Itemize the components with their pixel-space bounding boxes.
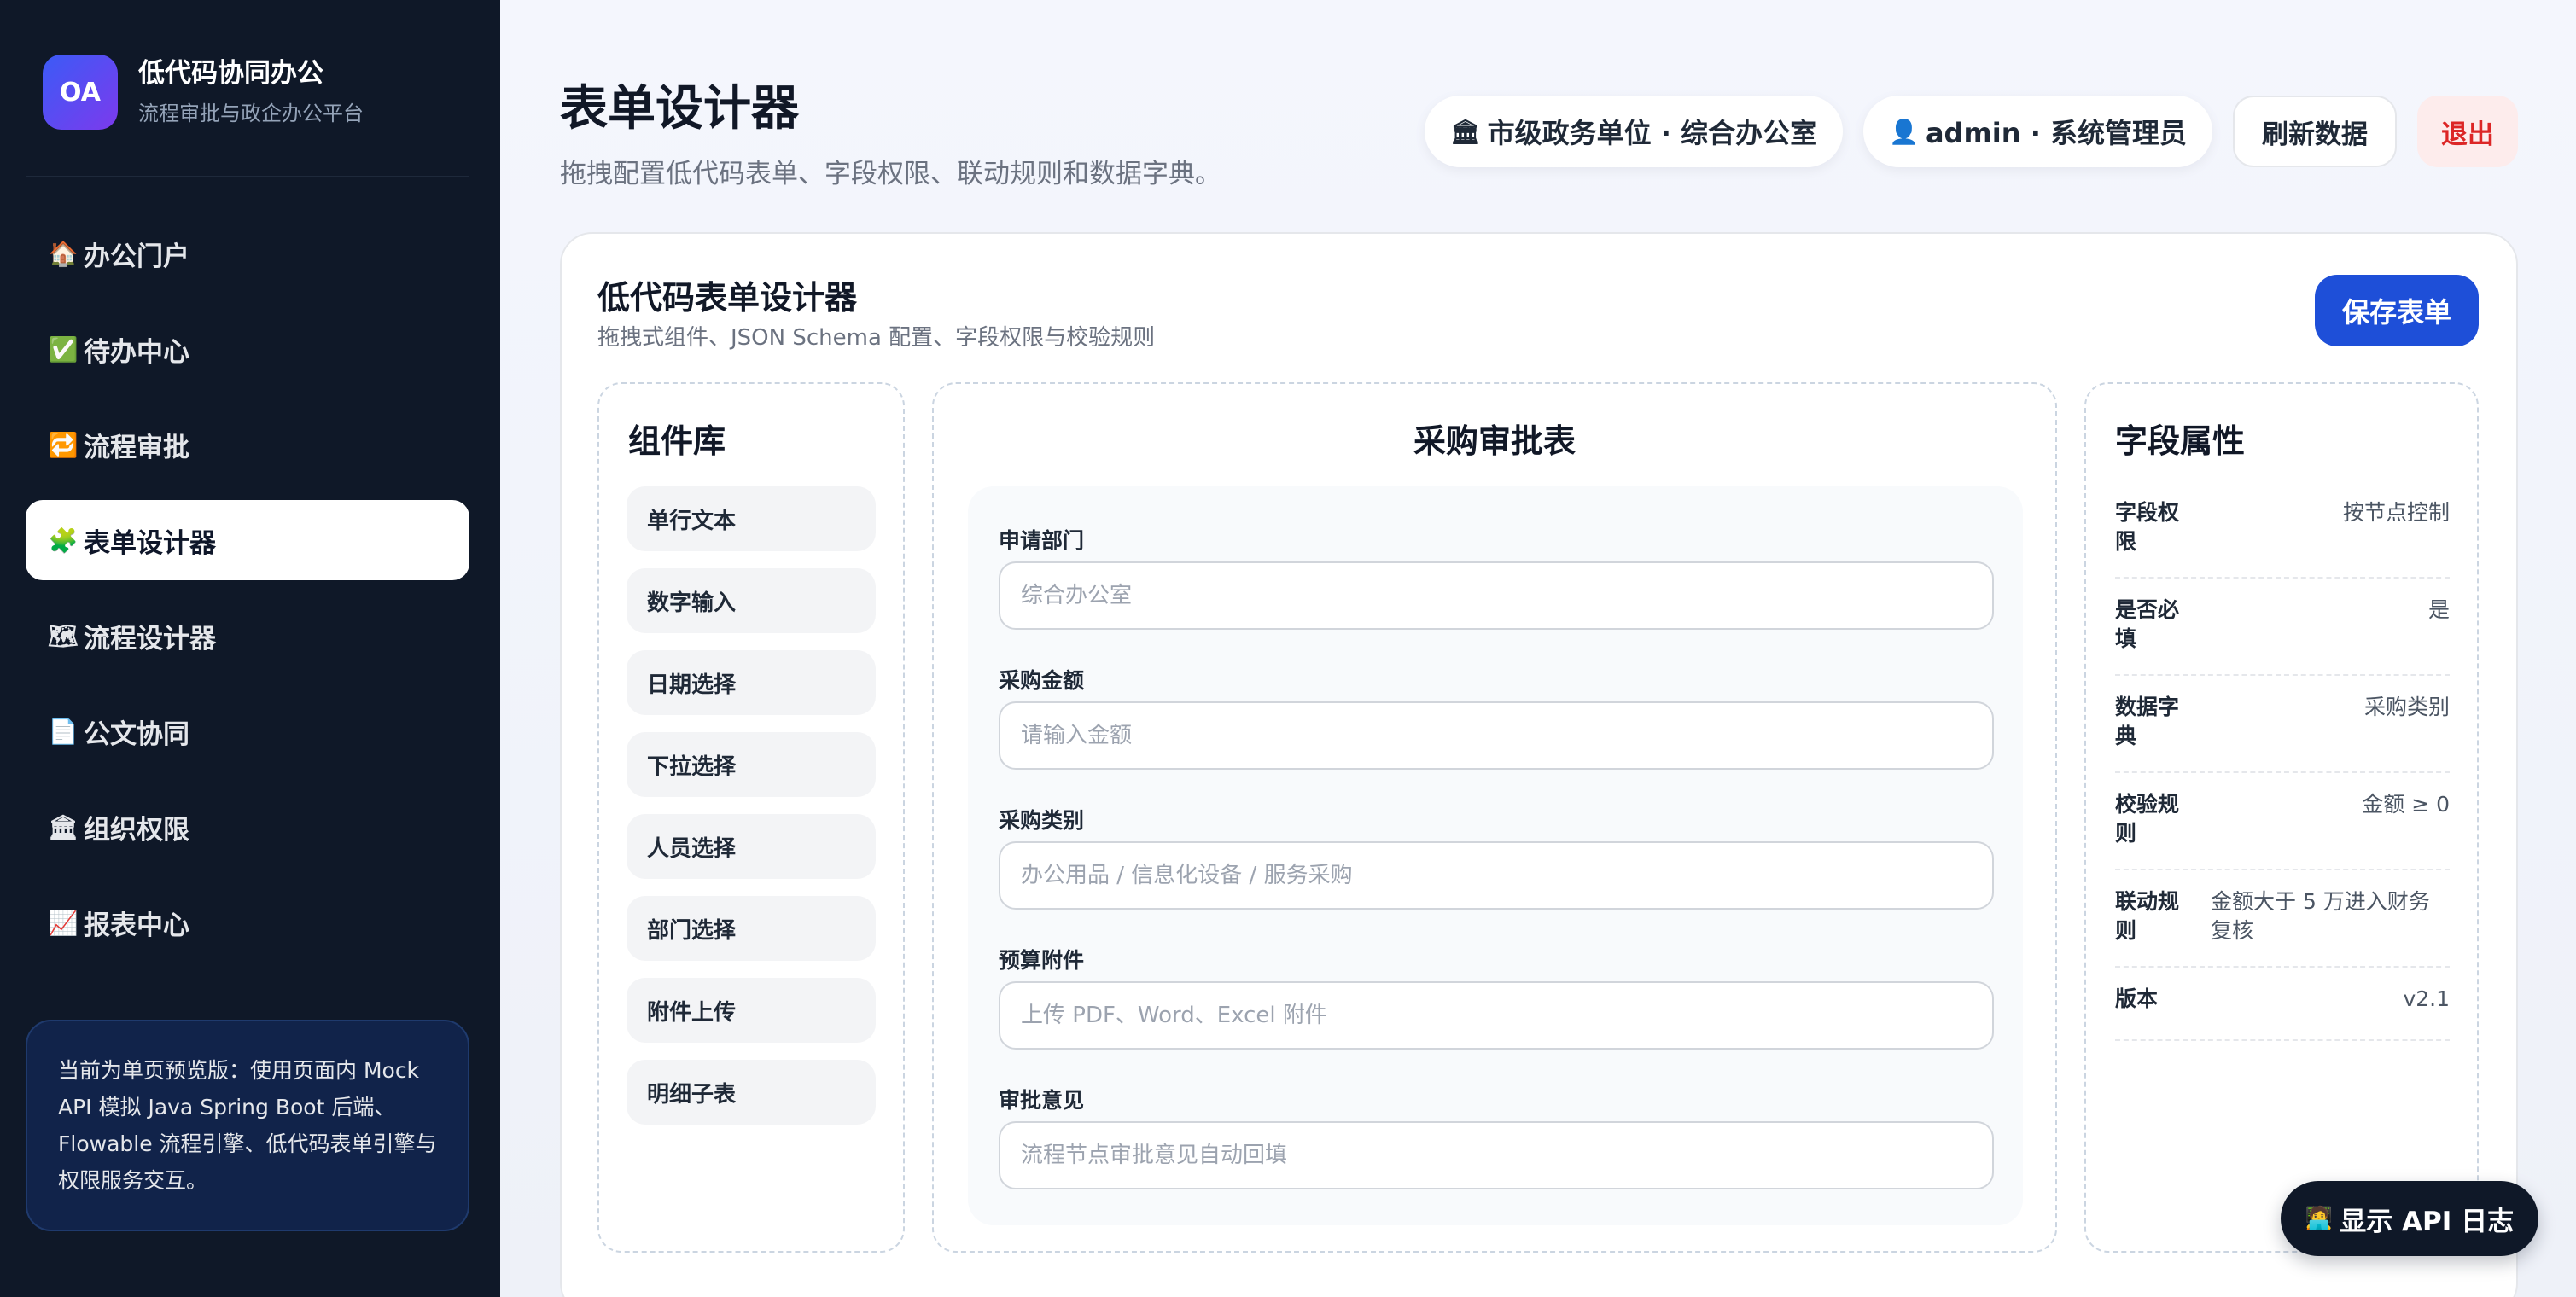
form-field: 申请部门 [999,522,1994,630]
opinion-input[interactable] [999,1121,1994,1189]
prop-row: 字段权限 按节点控制 [2115,481,2450,579]
sidebar-item-documents[interactable]: 📄 公文协同 [26,691,469,771]
component-department[interactable]: 部门选择 [627,896,876,961]
component-library-title: 组件库 [628,422,726,460]
show-api-log-button[interactable]: 🧑‍💻 显示 API 日志 [2281,1181,2538,1256]
page-subtitle: 拖拽配置低代码表单、字段权限、联动规则和数据字典。 [560,159,1221,189]
sidebar: OA 低代码协同办公 流程审批与政企办公平台 🏠 办公门户 ✅ 待办中心 🔁 流… [0,0,500,1297]
sidebar-divider [26,176,469,177]
form-field: 采购金额 [999,662,1994,770]
amount-input[interactable] [999,701,1994,770]
sidebar-nav: 🏠 办公门户 ✅ 待办中心 🔁 流程审批 🧩 表单设计器 🗺 流程设计器 📄 公… [26,213,469,978]
prop-key: 联动规则 [2115,889,2180,943]
sidebar-item-label: 报表中心 [84,910,189,941]
field-properties: 字段属性 字段权限 按节点控制 是否必填 是 数据字典 采购类别 校验规则 金额… [2084,382,2479,1253]
field-label: 采购金额 [999,668,1085,693]
sidebar-item-label: 流程设计器 [84,623,216,654]
sidebar-item-org-permissions[interactable]: 🏛 组织权限 [26,787,469,867]
user-label: admin · 系统管理员 [1925,117,2187,149]
prop-value: 采购类别 [2363,695,2450,719]
component-person[interactable]: 人员选择 [627,814,876,879]
org-label: 市级政务单位 · 综合办公室 [1487,117,1818,149]
prop-row: 是否必填 是 [2115,579,2450,676]
app-subtitle: 流程审批与政企办公平台 [138,102,364,126]
component-library: 组件库 单行文本 数字输入 日期选择 下拉选择 人员选择 部门选择 附件上传 明… [597,382,905,1253]
prop-key: 字段权限 [2115,500,2180,554]
user-badge: 👤 admin · 系统管理员 [1863,96,2212,167]
preview-note: 当前为单页预览版：使用页面内 Mock API 模拟 Java Spring B… [26,1020,469,1231]
header-actions: 🏛 市级政务单位 · 综合办公室 👤 admin · 系统管理员 刷新数据 退出 [1425,96,2518,167]
api-log-label: 显示 API 日志 [2340,1206,2515,1237]
logout-button[interactable]: 退出 [2417,96,2518,167]
field-label: 采购类别 [999,808,1085,833]
developer-icon: 🧑‍💻 [2305,1206,2334,1231]
document-icon: 📄 [48,717,79,746]
sidebar-item-label: 公文协同 [84,718,189,750]
prop-value: 金额大于 5 万进入财务复核 [2211,889,2430,943]
save-form-button[interactable]: 保存表单 [2315,275,2479,346]
designer-title: 低代码表单设计器 [597,279,858,317]
user-icon: 👤 [1889,117,1919,146]
sidebar-item-label: 组织权限 [84,814,189,846]
field-label: 审批意见 [999,1088,1085,1113]
sidebar-item-form-designer[interactable]: 🧩 表单设计器 [26,500,469,580]
component-attachment[interactable]: 附件上传 [627,978,876,1043]
brand: OA 低代码协同办公 流程审批与政企办公平台 [43,55,364,130]
sidebar-item-portal[interactable]: 🏠 办公门户 [26,213,469,294]
app-logo: OA [43,55,118,130]
page-title: 表单设计器 [560,81,799,137]
home-icon: 🏠 [48,239,79,268]
chart-icon: 📈 [48,908,79,937]
field-label: 预算附件 [999,948,1085,973]
sidebar-item-label: 待办中心 [84,336,189,368]
category-input[interactable] [999,841,1994,910]
sidebar-item-todo[interactable]: ✅ 待办中心 [26,309,469,389]
check-icon: ✅ [48,334,79,364]
puzzle-icon: 🧩 [48,526,79,555]
form-title: 采购审批表 [1413,422,1576,460]
component-select[interactable]: 下拉选择 [627,732,876,797]
form-canvas: 采购审批表 申请部门 采购金额 采购类别 预算附件 审批意见 [932,382,2057,1253]
prop-row: 版本 v2.1 [2115,968,2450,1041]
building-icon: 🏛 [1450,117,1481,146]
component-number[interactable]: 数字输入 [627,568,876,633]
attachment-input[interactable] [999,981,1994,1050]
prop-value: 是 [2427,597,2450,622]
sidebar-item-reports[interactable]: 📈 报表中心 [26,882,469,963]
department-input[interactable] [999,561,1994,630]
form-field: 预算附件 [999,942,1994,1050]
prop-value: 按节点控制 [2342,500,2450,525]
repeat-icon: 🔁 [48,430,79,459]
map-icon: 🗺 [48,621,79,650]
building-icon: 🏛 [48,812,79,841]
field-properties-title: 字段属性 [2115,422,2246,460]
refresh-button[interactable]: 刷新数据 [2233,96,2397,167]
app-name: 低代码协同办公 [138,57,323,89]
prop-key: 校验规则 [2115,792,2180,846]
designer-subtitle: 拖拽式组件、JSON Schema 配置、字段权限与校验规则 [597,325,1156,351]
prop-row: 校验规则 金额 ≥ 0 [2115,773,2450,870]
prop-value: v2.1 [2403,986,2450,1011]
form-field: 采购类别 [999,802,1994,910]
org-badge: 🏛 市级政务单位 · 综合办公室 [1425,96,1844,167]
sidebar-item-approval[interactable]: 🔁 流程审批 [26,404,469,485]
sidebar-item-label: 表单设计器 [84,527,216,559]
component-date[interactable]: 日期选择 [627,650,876,715]
form-area: 申请部门 采购金额 采购类别 预算附件 审批意见 [968,486,2023,1225]
component-subtable[interactable]: 明细子表 [627,1060,876,1125]
field-label: 申请部门 [999,528,1085,553]
prop-row: 联动规则 金额大于 5 万进入财务复核 [2115,870,2450,968]
prop-key: 版本 [2115,986,2159,1011]
prop-key: 是否必填 [2115,597,2180,651]
prop-value: 金额 ≥ 0 [2362,792,2450,817]
component-text[interactable]: 单行文本 [627,486,876,551]
prop-key: 数据字典 [2115,695,2180,748]
form-field: 审批意见 [999,1082,1994,1189]
sidebar-item-flow-designer[interactable]: 🗺 流程设计器 [26,596,469,676]
prop-row: 数据字典 采购类别 [2115,676,2450,773]
sidebar-item-label: 流程审批 [84,432,189,463]
sidebar-item-label: 办公门户 [84,241,189,272]
